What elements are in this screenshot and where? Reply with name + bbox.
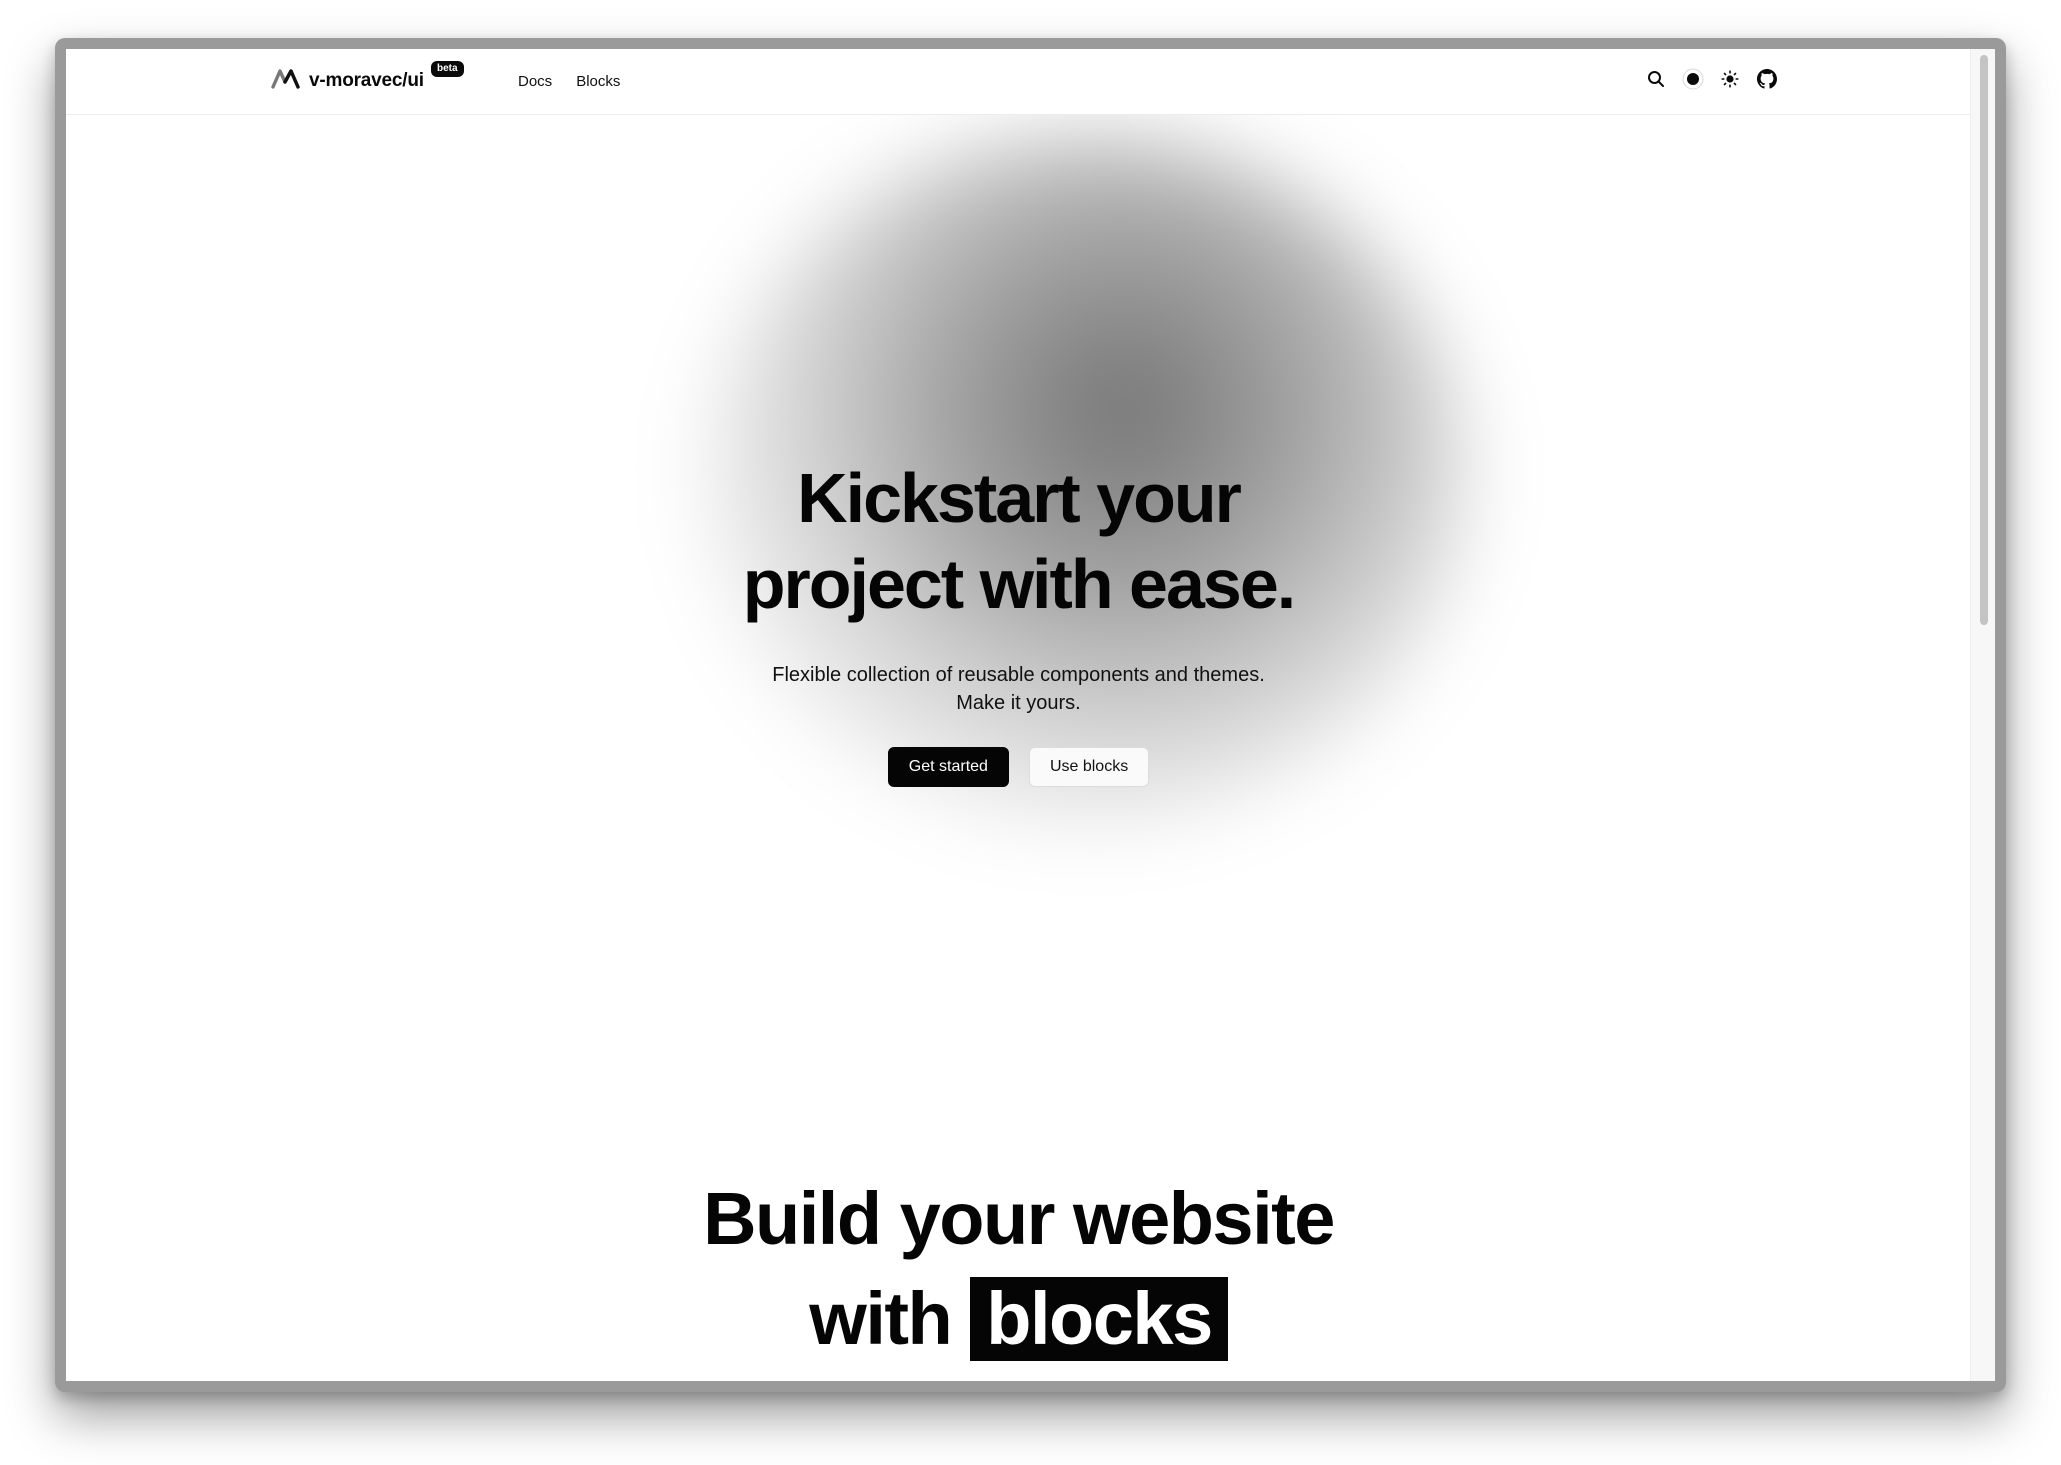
github-link[interactable] xyxy=(1755,67,1778,90)
blocks-title-highlight: blocks xyxy=(970,1277,1228,1361)
nav-actions xyxy=(1644,67,1778,90)
hero-title-line-2: project with ease. xyxy=(742,545,1296,623)
nav-link-docs[interactable]: Docs xyxy=(518,73,552,90)
hero-title-line-1: Kickstart your xyxy=(797,459,1242,537)
brand[interactable]: v-moravec/ui beta xyxy=(271,61,464,94)
brand-name: v-moravec/ui xyxy=(309,69,424,91)
search-icon xyxy=(1647,70,1665,88)
theme-color-button[interactable] xyxy=(1681,67,1704,90)
hero-subtitle: Flexible collection of reusable componen… xyxy=(66,661,1971,717)
blocks-title: Build your website with blocks xyxy=(66,1169,1971,1369)
use-blocks-button[interactable]: Use blocks xyxy=(1028,747,1150,787)
hero-actions: Get started Use blocks xyxy=(66,747,1971,787)
page-viewport: v-moravec/ui beta Docs Blocks Kickstart … xyxy=(66,49,1995,1381)
brand-logo-icon xyxy=(271,67,303,94)
nav-link-blocks[interactable]: Blocks xyxy=(576,73,620,90)
theme-dot-icon xyxy=(1682,68,1704,90)
get-started-button[interactable]: Get started xyxy=(887,747,1009,787)
blocks-section: Build your website with blocks xyxy=(66,1169,1971,1369)
blocks-title-line-1: Build your website xyxy=(703,1177,1335,1260)
browser-window: v-moravec/ui beta Docs Blocks Kickstart … xyxy=(55,38,2006,1392)
hero-subtitle-line-2: Make it yours. xyxy=(956,692,1081,714)
main-nav: Docs Blocks xyxy=(518,49,620,114)
beta-badge: beta xyxy=(431,61,464,77)
vertical-scrollbar[interactable] xyxy=(1970,49,1995,1381)
top-navbar: v-moravec/ui beta Docs Blocks xyxy=(66,49,1971,115)
github-icon xyxy=(1756,68,1777,89)
sun-icon xyxy=(1720,69,1739,88)
hero-title: Kickstart your project with ease. xyxy=(66,455,1971,627)
scrollbar-thumb[interactable] xyxy=(1980,55,1988,625)
hero-section: Kickstart your project with ease. Flexib… xyxy=(66,455,1971,787)
blocks-title-prefix: with xyxy=(809,1277,952,1360)
hero-subtitle-line-1: Flexible collection of reusable componen… xyxy=(772,664,1265,686)
light-mode-toggle[interactable] xyxy=(1718,67,1741,90)
search-button[interactable] xyxy=(1644,67,1667,90)
